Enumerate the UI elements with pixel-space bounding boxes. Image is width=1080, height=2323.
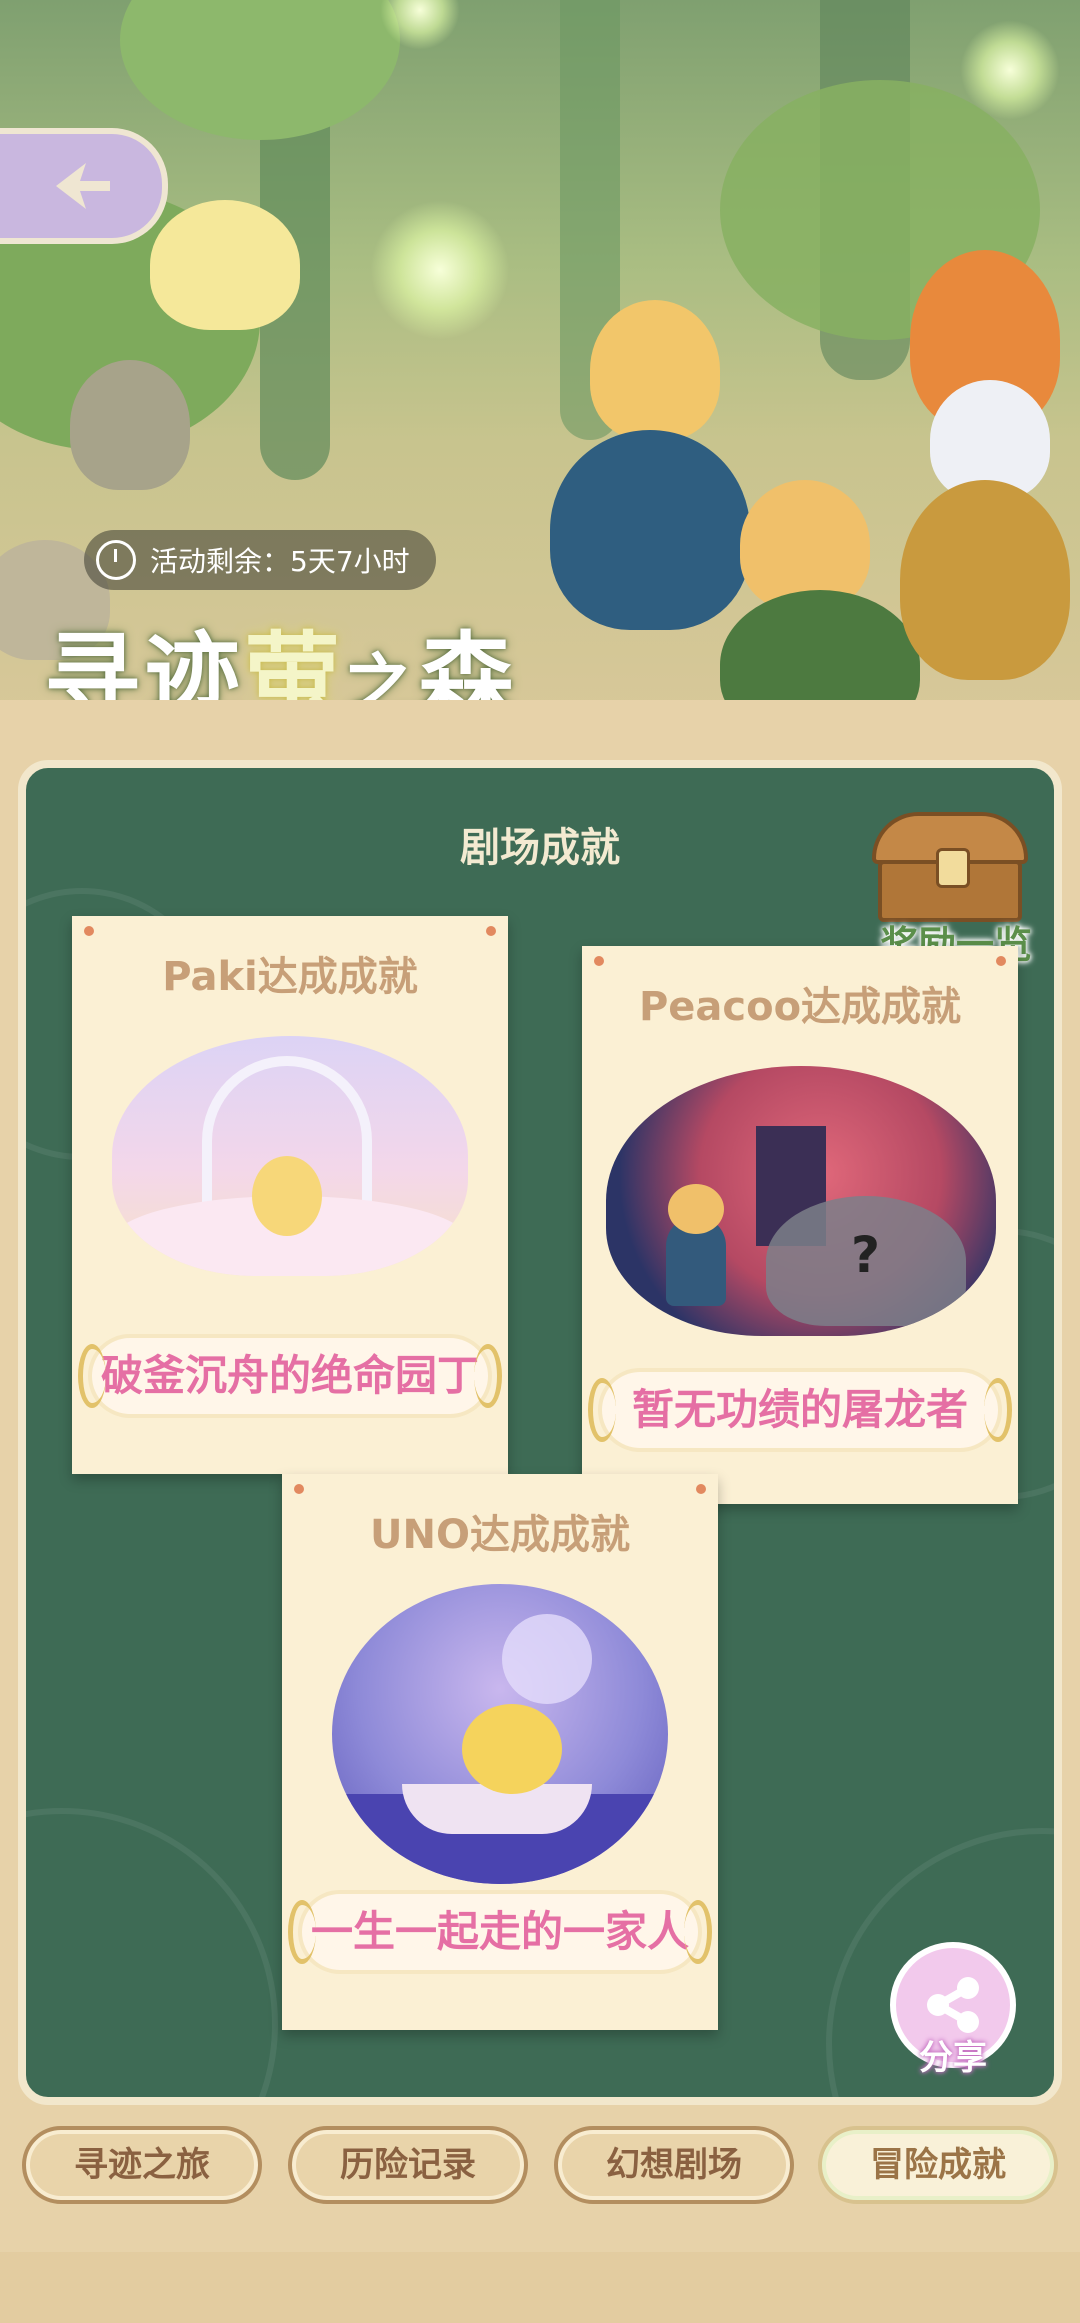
character-hair [590,300,720,440]
achievement-illustration [332,1584,668,1884]
firefly-light [960,20,1060,120]
card-title: Peacoo达成成就 [638,984,962,1030]
achievement-card-paki[interactable]: Paki达成成就 破釜沉舟的绝命园丁 [72,916,508,1474]
countdown-badge: 活动剩余：5天7小时 [84,530,436,590]
tab-adventure-achievements[interactable]: 冒险成就 [818,2126,1058,2204]
countdown-text: 活动剩余：5天7小时 [150,545,410,578]
share-label: 分享 [919,2038,987,2078]
creature [70,360,190,490]
decor-ring [26,1808,278,2097]
achievement-ribbon: 一生一起走的一家人 [288,1894,712,1970]
achievement-name: 破釜沉舟的绝命园丁 [100,1351,479,1400]
card-title: Paki达成成就 [162,954,418,1000]
tab-fantasy-theater[interactable]: 幻想剧场 [554,2126,794,2204]
achievement-ribbon: 破釜沉舟的绝命园丁 [78,1338,502,1414]
character-body [550,430,750,630]
card-title: UNO达成成就 [370,1512,630,1558]
creature [150,200,300,330]
firefly-light [370,200,510,340]
back-button[interactable] [0,128,168,244]
tab-adventure-log[interactable]: 历险记录 [288,2126,528,2204]
treasure-chest-icon[interactable] [872,812,1028,922]
bottom-tab-bar: 寻迹之旅 历险记录 幻想剧场 冒险成就 [0,2116,1080,2236]
tab-journey[interactable]: 寻迹之旅 [22,2126,262,2204]
achievement-name: 暂无功绩的屠龙者 [631,1385,968,1434]
bottom-bar [0,2252,1080,2323]
clock-icon [96,540,136,580]
achievement-name: 一生一起走的一家人 [310,1907,689,1956]
achievement-illustration [112,1036,468,1276]
achievement-illustration: ? [606,1066,996,1336]
foliage [120,0,400,140]
achievement-card-uno[interactable]: UNO达成成就 一生一起走的一家人 [282,1474,718,2030]
achievement-card-peacoo[interactable]: Peacoo达成成就 ? 暂无功绩的屠龙者 [582,946,1018,1504]
character-body [900,480,1070,680]
back-arrow-icon [56,163,110,209]
achievement-ribbon: 暂无功绩的屠龙者 [588,1372,1012,1448]
event-banner: 活动剩余：5天7小时 寻迹萤之森 [0,0,1080,740]
